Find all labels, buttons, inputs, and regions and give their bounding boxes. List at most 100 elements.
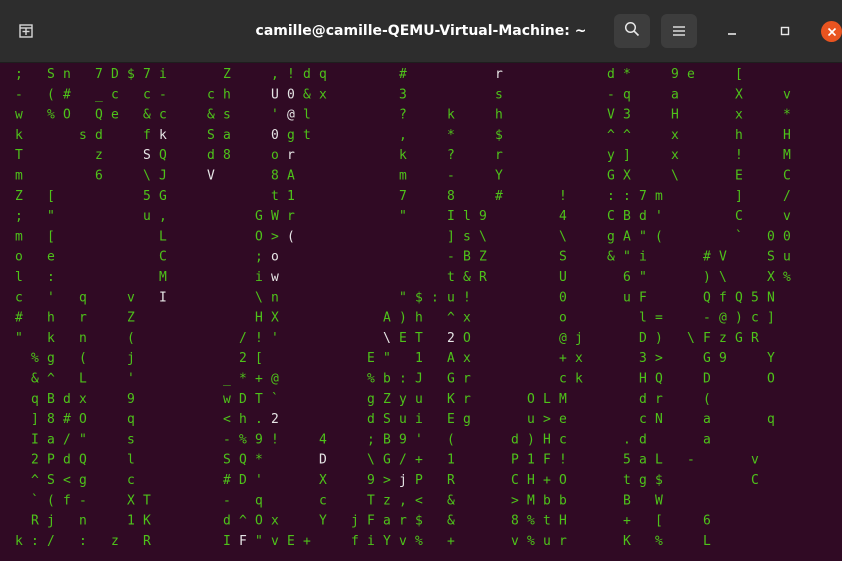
- rain-glyph: D: [239, 392, 247, 407]
- rain-glyph: d: [303, 67, 311, 82]
- rain-glyph: 4: [559, 209, 567, 224]
- terminal-line: `(f - X T - q c Tz, < & > Mb b B W: [31, 493, 663, 508]
- rain-glyph: R: [751, 331, 759, 346]
- rain-glyph: O: [79, 412, 87, 427]
- rain-glyph: +: [543, 473, 551, 488]
- rain-glyph: x: [671, 128, 679, 143]
- rain-glyph: y: [399, 392, 407, 407]
- rain-glyph: R: [31, 514, 39, 529]
- rain-glyph: w: [271, 270, 279, 285]
- title-bar[interactable]: camille@camille-QEMU-Virtual-Machine: ~: [0, 0, 842, 63]
- rain-glyph: _: [95, 87, 103, 102]
- rain-glyph: x: [463, 311, 471, 326]
- rain-glyph: #: [63, 412, 71, 427]
- rain-glyph: E: [735, 169, 743, 184]
- rain-glyph: F: [543, 453, 551, 468]
- rain-glyph: T: [255, 392, 263, 407]
- rain-glyph: ": [399, 209, 407, 224]
- rain-glyph: \: [143, 169, 151, 184]
- terminal-line: ] 8 # Oq < h. 2 d Su i Eg u > e c Na q: [31, 412, 775, 427]
- new-tab-button[interactable]: [13, 19, 39, 45]
- rain-glyph: U: [559, 270, 567, 285]
- rain-glyph: H: [255, 311, 263, 326]
- rain-glyph: G: [159, 189, 167, 204]
- search-button[interactable]: [614, 14, 650, 48]
- rain-glyph: *: [255, 453, 263, 468]
- rain-glyph: \: [367, 453, 375, 468]
- rain-glyph: d: [639, 432, 647, 447]
- rain-glyph: O: [63, 108, 71, 123]
- rain-glyph: h: [47, 311, 55, 326]
- terminal-line: k: /: z R I F " v E + f i Yv% + v% u r K% L: [15, 534, 711, 549]
- rain-glyph: 3: [623, 108, 631, 123]
- rain-glyph: k: [447, 108, 455, 123]
- rain-glyph: /: [47, 534, 55, 549]
- minimize-button[interactable]: [722, 21, 742, 41]
- rain-glyph: o: [559, 311, 567, 326]
- rain-glyph: T: [143, 493, 151, 508]
- rain-glyph: F: [239, 534, 247, 549]
- rain-glyph: T: [415, 331, 423, 346]
- rain-glyph: v: [751, 453, 759, 468]
- rain-glyph: \: [383, 331, 391, 346]
- rain-glyph: 3: [639, 351, 647, 366]
- rain-glyph: \: [687, 331, 695, 346]
- rain-glyph: %: [239, 432, 247, 447]
- rain-glyph: n: [79, 331, 87, 346]
- rain-glyph: c: [751, 311, 759, 326]
- rain-glyph: W: [655, 493, 663, 508]
- rain-glyph: e: [47, 250, 55, 265]
- rain-glyph: 9: [367, 473, 375, 488]
- rain-glyph: O: [559, 473, 567, 488]
- rain-glyph: d: [367, 412, 375, 427]
- rain-glyph: S: [47, 67, 55, 82]
- rain-glyph: e: [111, 108, 119, 123]
- rain-glyph: B: [623, 493, 631, 508]
- rain-glyph: x: [735, 108, 743, 123]
- rain-glyph: C: [159, 250, 167, 265]
- rain-glyph: r: [495, 67, 503, 82]
- rain-glyph: ): [703, 270, 711, 285]
- rain-glyph: v: [783, 209, 791, 224]
- rain-glyph: X: [735, 87, 743, 102]
- rain-glyph: z: [383, 493, 391, 508]
- rain-glyph: 1: [447, 453, 455, 468]
- rain-glyph: v: [271, 534, 279, 549]
- rain-glyph: Q: [239, 453, 247, 468]
- rain-glyph: x: [271, 514, 279, 529]
- rain-glyph: L: [159, 229, 167, 244]
- rain-glyph: 8: [447, 189, 455, 204]
- terminal-area[interactable]: ; Sn 7 D $7 i Z,! d q # r d * 9 e[-(# _ c c - c h U 0 & x 3 s - q a Xv…: [0, 63, 842, 561]
- rain-glyph: s: [463, 229, 471, 244]
- rain-glyph: 5: [623, 453, 631, 468]
- rain-glyph: &: [447, 514, 455, 529]
- rain-glyph: >: [655, 351, 663, 366]
- rain-glyph: !: [559, 453, 567, 468]
- maximize-button[interactable]: [775, 21, 795, 41]
- rain-glyph: +: [559, 351, 567, 366]
- rain-glyph: x: [319, 87, 327, 102]
- rain-glyph: /: [239, 331, 247, 346]
- rain-glyph: ^: [239, 514, 247, 529]
- close-button[interactable]: [821, 21, 842, 42]
- rain-glyph: Z: [223, 67, 231, 82]
- rain-glyph: ^: [31, 473, 39, 488]
- rain-glyph: P: [511, 453, 519, 468]
- menu-button[interactable]: [661, 14, 697, 48]
- rain-glyph: e: [559, 412, 567, 427]
- rain-glyph: M: [783, 148, 791, 163]
- rain-glyph: z: [95, 148, 103, 163]
- rain-glyph: B: [623, 209, 631, 224]
- rain-glyph: j: [127, 351, 135, 366]
- rain-glyph: G: [255, 209, 263, 224]
- rain-glyph: -: [703, 311, 711, 326]
- rain-glyph: t: [303, 128, 311, 143]
- rain-glyph: a: [47, 432, 55, 447]
- rain-glyph: 4: [319, 432, 327, 447]
- rain-glyph: Q: [655, 372, 663, 387]
- rain-glyph: d: [63, 453, 71, 468]
- rain-glyph: X: [623, 169, 631, 184]
- rain-glyph: >: [511, 493, 519, 508]
- rain-glyph: ]: [447, 229, 455, 244]
- rain-glyph: d: [511, 432, 519, 447]
